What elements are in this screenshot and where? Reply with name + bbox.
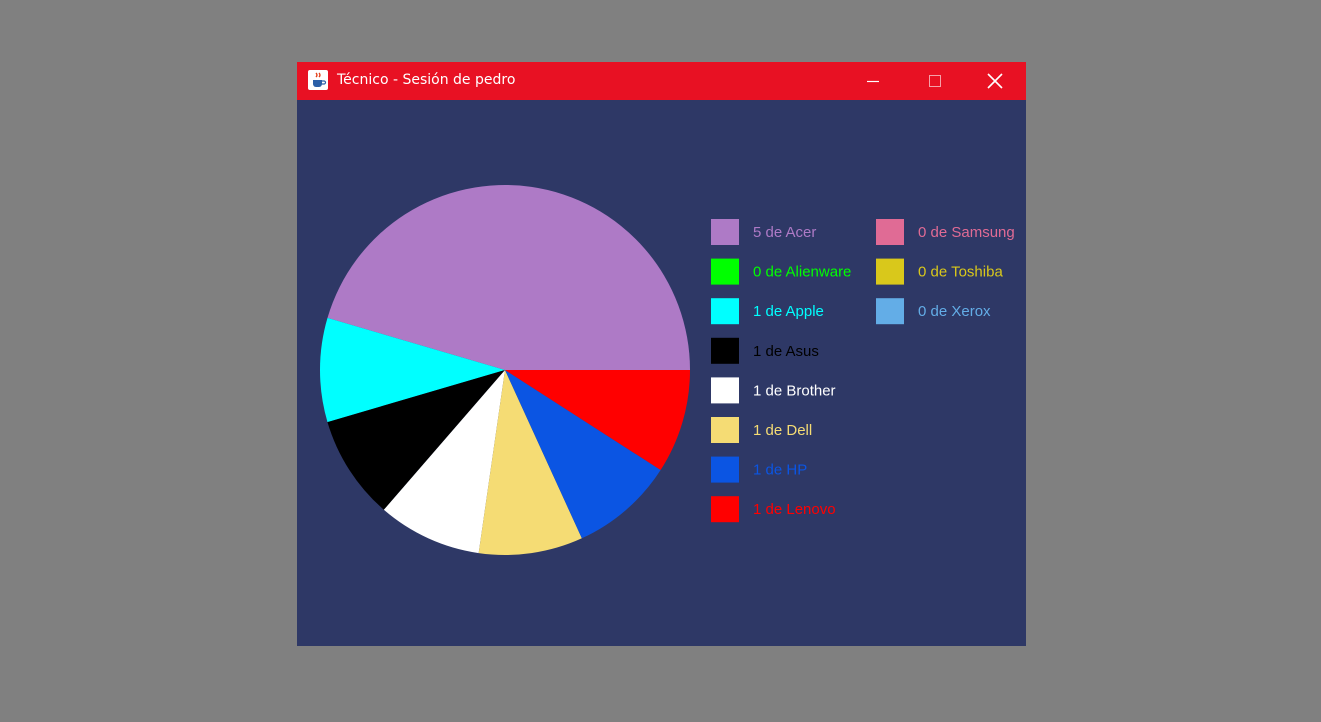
minimize-icon — [867, 80, 879, 83]
legend-swatch — [711, 417, 739, 443]
legend-swatch — [711, 219, 739, 245]
legend-label: 1 de Brother — [753, 382, 836, 399]
legend-label: 0 de Samsung — [918, 224, 1015, 241]
close-button[interactable] — [964, 62, 1026, 100]
legend-swatch — [876, 258, 904, 285]
legend-label: 1 de Apple — [753, 303, 824, 320]
minimize-button[interactable] — [842, 62, 904, 100]
pie-chart: 5 de Acer 0 de Alienware 1 de Apple 1 de As… — [319, 184, 1015, 556]
legend-label: 5 de Acer — [753, 224, 816, 241]
legend-swatch — [711, 298, 739, 325]
java-cup-icon — [308, 70, 328, 90]
legend-swatch — [876, 219, 904, 245]
legend-swatch — [711, 456, 739, 483]
title-bar[interactable]: Técnico - Sesión de pedro — [297, 62, 1026, 100]
legend-swatch — [711, 337, 739, 364]
app-window: Técnico - Sesión de pedro 5 de Acer 0 de … — [297, 62, 1026, 646]
legend-swatch — [711, 258, 739, 285]
legend-label: 0 de Toshiba — [918, 264, 1003, 281]
legend-label: 0 de Xerox — [918, 303, 991, 320]
maximize-button[interactable] — [904, 62, 966, 100]
legend-label: 1 de Lenovo — [753, 501, 836, 518]
legend-label: 1 de Dell — [753, 422, 812, 439]
legend-label: 1 de HP — [753, 462, 807, 479]
maximize-icon — [929, 75, 941, 87]
legend-swatch — [711, 377, 739, 404]
close-icon — [987, 73, 1003, 89]
legend-swatch — [876, 298, 904, 325]
legend-label: 1 de Asus — [753, 343, 819, 360]
legend-swatch — [711, 496, 739, 523]
legend-label: 0 de Alienware — [753, 264, 851, 281]
window-title: Técnico - Sesión de pedro — [337, 72, 516, 88]
